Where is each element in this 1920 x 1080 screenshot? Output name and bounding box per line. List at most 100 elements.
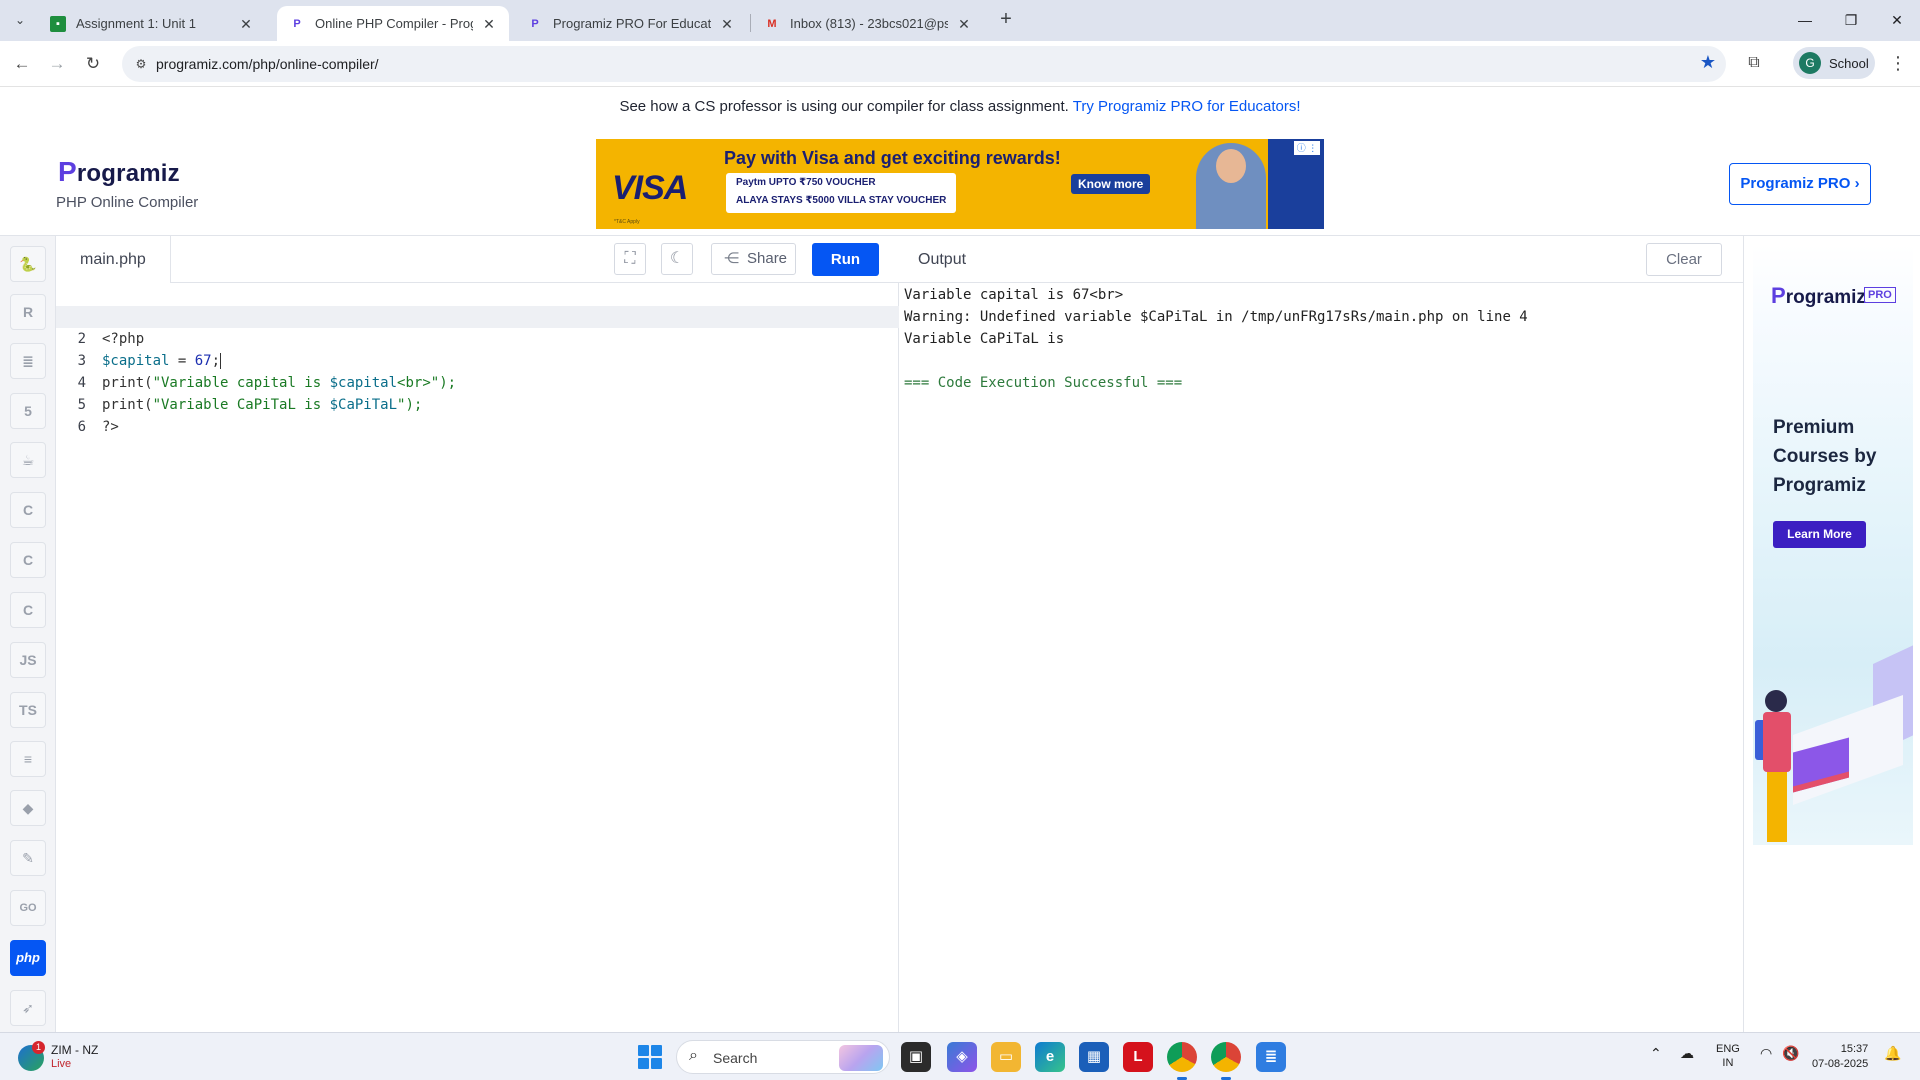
compiler-workspace: 🐍 R ≣ 5 ☕ C C C JS TS ≡ ◆ ✎ GO php ➶ mai… <box>0 235 1920 1033</box>
programiz-pro-side-ad[interactable]: Programiz PRO Premium Courses by Program… <box>1753 245 1913 845</box>
address-bar[interactable]: ⚙ programiz.com/php/online-compiler/ ★ <box>122 46 1726 82</box>
typescript-icon[interactable]: TS <box>10 692 46 728</box>
output-line: Variable CaPiTaL is <box>904 331 1065 347</box>
widget-subtitle: Live <box>51 1058 72 1070</box>
output-title: Output <box>918 251 967 268</box>
forward-icon[interactable]: → <box>43 50 71 78</box>
close-tab-icon[interactable]: ✕ <box>719 16 735 32</box>
c-icon[interactable]: C <box>10 492 46 528</box>
edge-icon[interactable]: e <box>1035 1042 1065 1072</box>
cpp-icon[interactable]: C <box>10 542 46 578</box>
code-line[interactable]: 4 print("Variable CaPiTaL is $CaPiTaL"); <box>56 350 899 413</box>
tab-title: Programiz PRO For Educators <box>553 16 711 31</box>
ad-model-image <box>1196 143 1266 229</box>
tab-programiz-pro-educators[interactable]: P Programiz PRO For Educators ✕ <box>515 6 747 41</box>
chrome-profile-icon[interactable] <box>1211 1042 1241 1080</box>
clear-button[interactable]: Clear <box>1646 243 1722 276</box>
tab-online-php-compiler[interactable]: P Online PHP Compiler - Program ✕ <box>277 6 509 41</box>
visa-advertisement[interactable]: VISA Pay with Visa and get exciting rewa… <box>596 139 1324 229</box>
dark-mode-icon[interactable]: ☾ <box>661 243 693 275</box>
go-icon[interactable]: GO <box>10 890 46 926</box>
line-number: 6 <box>77 419 86 435</box>
promo-banner: See how a CS professor is using our comp… <box>0 98 1920 115</box>
tab-assignment[interactable]: ▪ Assignment 1: Unit 1 ✕ <box>38 6 266 41</box>
weather-widget[interactable]: 1 ZIM - NZ Live <box>18 1041 138 1073</box>
promo-text: See how a CS professor is using our comp… <box>619 98 1069 115</box>
code-line[interactable]: 1 <?php <box>56 284 899 347</box>
sql-icon[interactable]: ≣ <box>10 343 46 379</box>
browser-tab-strip: ⌄ ▪ Assignment 1: Unit 1 ✕ P Online PHP … <box>0 0 1920 41</box>
reload-icon[interactable]: ↻ <box>79 50 107 78</box>
system-clock[interactable]: 15:37 07-08-2025 <box>1812 1042 1868 1072</box>
output-toolbar: Output Clear <box>899 236 1744 283</box>
browser-menu-icon[interactable]: ⋮ <box>1886 51 1910 75</box>
language-sidebar: 🐍 R ≣ 5 ☕ C C C JS TS ≡ ◆ ✎ GO php ➶ <box>0 236 56 1033</box>
tab-divider <box>750 14 751 32</box>
language-indicator[interactable]: ENG IN <box>1716 1042 1740 1070</box>
region-code: IN <box>1722 1057 1734 1069</box>
site-info-icon[interactable]: ⚙ <box>132 55 150 73</box>
close-tab-icon[interactable]: ✕ <box>238 16 254 32</box>
file-explorer-icon[interactable]: ▭ <box>991 1042 1021 1072</box>
back-icon[interactable]: ← <box>8 50 36 78</box>
onedrive-icon[interactable]: ☁ <box>1680 1045 1694 1062</box>
run-button[interactable]: Run <box>812 243 879 276</box>
copilot-icon[interactable]: ◈ <box>947 1042 977 1072</box>
bookmark-star-icon[interactable]: ★ <box>1700 52 1716 73</box>
notepad-icon[interactable]: ≣ <box>1256 1042 1286 1072</box>
fullscreen-icon[interactable]: ⛶ <box>614 243 646 275</box>
show-hidden-icons-icon[interactable]: ⌃ <box>1650 1045 1662 1062</box>
notifications-bell-icon[interactable]: 🔔 <box>1884 1045 1901 1062</box>
microsoft-store-icon[interactable]: ▦ <box>1079 1042 1109 1072</box>
l-app-icon[interactable]: L <box>1123 1042 1153 1072</box>
restore-button[interactable]: ❐ <box>1828 6 1874 34</box>
tab-search-chevron-icon[interactable]: ⌄ <box>8 8 32 32</box>
url-text[interactable]: programiz.com/php/online-compiler/ <box>156 56 379 72</box>
rust-icon[interactable]: ✎ <box>10 840 46 876</box>
windows-start-icon[interactable] <box>638 1045 662 1069</box>
code-line[interactable]: 5 ?> <box>56 372 899 435</box>
tab-title: Online PHP Compiler - Program <box>315 16 473 31</box>
code-line-active[interactable]: 2 $capital = 67; <box>56 306 899 369</box>
java-icon[interactable]: ☕ <box>10 442 46 478</box>
stack-icon[interactable]: ≡ <box>10 741 46 777</box>
r-icon[interactable]: R <box>10 294 46 330</box>
profile-button[interactable]: G School <box>1793 47 1875 79</box>
learn-more-button[interactable]: Learn More <box>1773 521 1866 548</box>
php-icon[interactable]: php <box>10 940 46 976</box>
extensions-icon[interactable]: ⧉ <box>1742 51 1766 75</box>
swift-icon[interactable]: ➶ <box>10 990 46 1026</box>
volume-muted-icon[interactable]: 🔇 <box>1782 1045 1799 1062</box>
python-icon[interactable]: 🐍 <box>10 246 46 282</box>
programiz-logo[interactable]: Programiz <box>58 156 180 188</box>
logo-text: rogramiz <box>76 160 180 187</box>
promo-link[interactable]: Try Programiz PRO for Educators! <box>1073 98 1301 115</box>
close-tab-icon[interactable]: ✕ <box>956 16 972 32</box>
code-line[interactable]: 6 <box>56 394 899 435</box>
share-button[interactable]: ⋲ Share <box>711 243 796 275</box>
code-line[interactable]: 3 print("Variable capital is $capital<br… <box>56 328 899 391</box>
close-tab-icon[interactable]: ✕ <box>481 16 497 32</box>
ad-know-more-button[interactable]: Know more <box>1071 174 1151 194</box>
file-tab-main-php[interactable]: main.php <box>56 236 171 283</box>
code-editor-panel: main.php ⛶ ☾ ⋲ Share Run 1 <?php 2 $capit… <box>56 236 899 1033</box>
javascript-icon[interactable]: JS <box>10 642 46 678</box>
notification-badge: 1 <box>32 1041 45 1054</box>
code-area[interactable]: 1 <?php 2 $capital = 67; 3 print("Variab… <box>56 284 899 435</box>
html-icon[interactable]: 5 <box>10 393 46 429</box>
minimize-button[interactable]: — <box>1782 6 1828 34</box>
taskbar-search[interactable]: ⌕ Search <box>676 1040 890 1074</box>
ruby-icon[interactable]: ◆ <box>10 790 46 826</box>
output-console[interactable]: Variable capital is 67<br> Warning: Unde… <box>904 284 1528 394</box>
csharp-icon[interactable]: C <box>10 592 46 628</box>
chrome-icon[interactable] <box>1167 1042 1197 1080</box>
pro-badge: PRO <box>1864 287 1896 303</box>
close-window-button[interactable]: ✕ <box>1874 6 1920 34</box>
programiz-pro-button[interactable]: Programiz PRO › <box>1729 163 1871 205</box>
task-view-icon[interactable]: ▣ <box>901 1042 931 1072</box>
tab-gmail-inbox[interactable]: M Inbox (813) - 23bcs021@psgrkc ✕ <box>752 6 984 41</box>
ad-info-icon[interactable]: ⓘ ⋮ <box>1294 141 1320 155</box>
new-tab-button[interactable]: + <box>994 8 1018 32</box>
wifi-icon[interactable]: ◠ <box>1760 1045 1772 1062</box>
